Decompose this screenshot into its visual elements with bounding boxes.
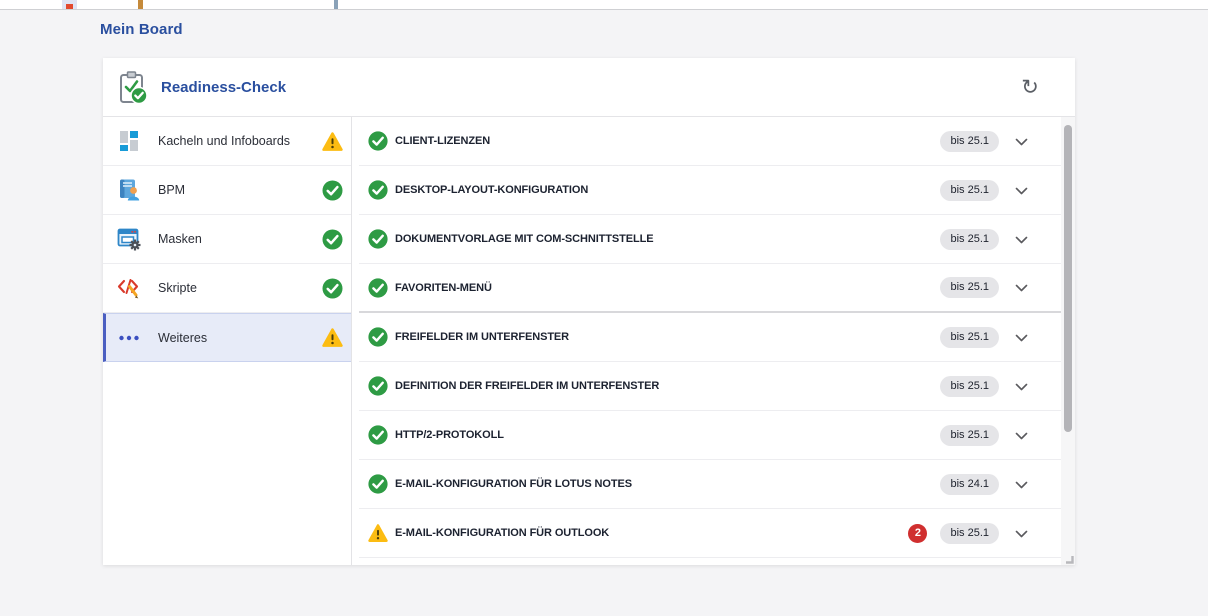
version-badge: bis 25.1 (940, 180, 999, 201)
warning-icon (322, 327, 343, 348)
readiness-check-panel: Readiness-Check ↻ Kacheln und Infoboards (103, 58, 1075, 565)
resize-grip-icon[interactable] (1062, 552, 1074, 564)
success-check-icon (368, 229, 388, 249)
version-badge: bis 25.1 (940, 131, 999, 152)
success-check-icon (368, 376, 388, 396)
warning-icon (322, 131, 343, 152)
page-title: Mein Board (100, 21, 183, 38)
scrollbar-thumb[interactable] (1064, 125, 1072, 432)
check-row-label: CLIENT-LIZENZEN (395, 135, 490, 147)
cutoff-browser-bar (0, 0, 1208, 10)
sidebar-item-label: BPM (158, 183, 185, 197)
book-person-icon (116, 177, 142, 203)
check-row-definition-freifelder[interactable]: DEFINITION DER FREIFELDER IM UNTERFENSTE… (359, 362, 1061, 411)
chevron-down-icon[interactable] (1012, 377, 1031, 396)
sidebar-item-masken[interactable]: Masken (103, 215, 351, 264)
check-row-favoriten-menue[interactable]: FAVORITEN-MENÜ bis 25.1 (359, 264, 1061, 313)
clipboard-check-icon (114, 69, 150, 105)
check-row-label: DOKUMENTVORLAGE MIT COM-SCHNITTSTELLE (395, 233, 653, 245)
panel-header: Readiness-Check ↻ (103, 58, 1075, 117)
sidebar-item-label: Skripte (158, 281, 197, 295)
check-row-label: E-MAIL-KONFIGURATION FÜR OUTLOOK (395, 527, 609, 539)
chevron-down-icon[interactable] (1012, 524, 1031, 543)
window-gear-icon (116, 226, 142, 252)
chevron-down-icon[interactable] (1012, 278, 1031, 297)
chevron-down-icon[interactable] (1012, 230, 1031, 249)
version-badge: bis 25.1 (940, 523, 999, 544)
chevron-down-icon[interactable] (1012, 426, 1031, 445)
success-check-icon (368, 425, 388, 445)
success-check-icon (368, 278, 388, 298)
vertical-scrollbar[interactable] (1061, 117, 1075, 565)
version-badge: bis 25.1 (940, 229, 999, 250)
check-row-label: FAVORITEN-MENÜ (395, 282, 492, 294)
success-check-icon (368, 327, 388, 347)
sidebar-item-label: Masken (158, 232, 202, 246)
sidebar-item-bpm[interactable]: BPM (103, 166, 351, 215)
success-check-icon (368, 474, 388, 494)
warning-icon (368, 523, 388, 543)
sidebar-item-kacheln-und-infoboards[interactable]: Kacheln und Infoboards (103, 117, 351, 166)
success-check-icon (368, 131, 388, 151)
chevron-down-icon[interactable] (1012, 181, 1031, 200)
check-row-desktop-layout-konfiguration[interactable]: DESKTOP-LAYOUT-KONFIGURATION bis 25.1 (359, 166, 1061, 215)
panel-body: Kacheln und Infoboards BPM (103, 117, 1075, 565)
cutoff-icon (334, 0, 338, 9)
check-row-freifelder-unterfenster[interactable]: FREIFELDER IM UNTERFENSTER bis 25.1 (359, 313, 1061, 362)
check-row-label: DEFINITION DER FREIFELDER IM UNTERFENSTE… (395, 380, 659, 392)
code-pencil-icon (116, 275, 142, 301)
ellipsis-dots-icon (116, 325, 142, 351)
cutoff-tab-icon (62, 0, 77, 9)
check-row-label: E-MAIL-KONFIGURATION FÜR LOTUS NOTES (395, 478, 632, 490)
check-row-client-lizenzen[interactable]: CLIENT-LIZENZEN bis 25.1 (359, 117, 1061, 166)
tiles-infoboard-icon (116, 128, 142, 154)
sidebar-item-skripte[interactable]: Skripte (103, 264, 351, 313)
check-row-label: FREIFELDER IM UNTERFENSTER (395, 331, 569, 343)
check-row-label: HTTP/2-PROTOKOLL (395, 429, 504, 441)
issue-count-badge: 2 (908, 524, 927, 543)
version-badge: bis 25.1 (940, 277, 999, 298)
chevron-down-icon[interactable] (1012, 132, 1031, 151)
version-badge: bis 25.1 (940, 376, 999, 397)
sidebar-item-label: Weiteres (158, 331, 207, 345)
category-sidebar: Kacheln und Infoboards BPM (103, 117, 352, 565)
check-list: CLIENT-LIZENZEN bis 25.1 DESKTOP-LAYOUT-… (359, 117, 1061, 565)
refresh-icon[interactable]: ↻ (1017, 74, 1043, 100)
success-check-icon (322, 229, 343, 250)
check-row-http2-protokoll[interactable]: HTTP/2-PROTOKOLL bis 25.1 (359, 411, 1061, 460)
check-row-email-lotus-notes[interactable]: E-MAIL-KONFIGURATION FÜR LOTUS NOTES bis… (359, 460, 1061, 509)
chevron-down-icon[interactable] (1012, 475, 1031, 494)
success-check-icon (368, 180, 388, 200)
success-check-icon (322, 278, 343, 299)
check-row-label: DESKTOP-LAYOUT-KONFIGURATION (395, 184, 588, 196)
sidebar-item-weiteres[interactable]: Weiteres (103, 313, 351, 362)
check-row-email-outlook[interactable]: E-MAIL-KONFIGURATION FÜR OUTLOOK 2 bis 2… (359, 509, 1061, 558)
cutoff-favicon (138, 0, 143, 9)
success-check-icon (322, 180, 343, 201)
panel-title: Readiness-Check (161, 79, 286, 96)
version-badge: bis 25.1 (940, 327, 999, 348)
version-badge: bis 25.1 (940, 425, 999, 446)
sidebar-item-label: Kacheln und Infoboards (158, 134, 290, 148)
chevron-down-icon[interactable] (1012, 328, 1031, 347)
check-row-dokumentvorlage-com[interactable]: DOKUMENTVORLAGE MIT COM-SCHNITTSTELLE bi… (359, 215, 1061, 264)
version-badge: bis 24.1 (940, 474, 999, 495)
